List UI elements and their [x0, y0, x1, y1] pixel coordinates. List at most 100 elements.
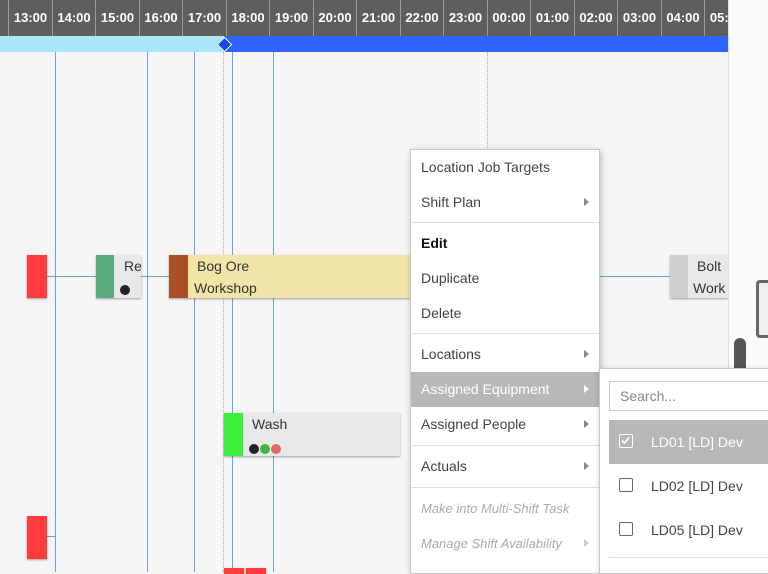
- equipment-option[interactable]: LD05 [LD] Dev: [609, 508, 768, 552]
- menu-item-make-multi-shift[interactable]: Make into Multi-Shift Task: [411, 491, 599, 526]
- hour-label: 19:00: [269, 0, 313, 36]
- menu-separator: [411, 445, 599, 446]
- hour-label: 23:00: [443, 0, 487, 36]
- task-label: Bolt: [697, 258, 722, 274]
- hour-label: 20:00: [313, 0, 356, 36]
- status-pending-icon: [249, 443, 259, 454]
- dependency-line: [147, 52, 148, 572]
- menu-item-label: Assigned Equipment: [421, 381, 550, 397]
- hour-label: 00:00: [487, 0, 530, 36]
- dependency-connector: [47, 276, 96, 277]
- task-color-bar: [224, 413, 243, 456]
- menu-item-label: Shift Plan: [421, 194, 481, 210]
- timeline-header: 0 13:00 14:00 15:00 16:00 17:00 18:00 19…: [0, 0, 768, 36]
- hour-label: 0: [0, 0, 8, 36]
- equipment-search-input[interactable]: [609, 381, 768, 411]
- task-label: Re: [124, 258, 141, 274]
- task-card-bolt-work[interactable]: Bolt Work: [670, 255, 728, 298]
- menu-item-delete[interactable]: Delete: [411, 296, 599, 331]
- hour-label: 14:00: [52, 0, 95, 36]
- menu-item-assigned-equipment[interactable]: Assigned Equipment: [411, 372, 599, 407]
- task-status-icons: [120, 281, 131, 298]
- task-context-menu: Location Job Targets Shift Plan Edit Dup…: [410, 149, 600, 574]
- submenu-arrow-icon: [584, 420, 589, 428]
- menu-item-duplicate[interactable]: Duplicate: [411, 261, 599, 296]
- task-color-bar: [169, 255, 188, 298]
- hour-label: 02:00: [574, 0, 617, 36]
- dependency-line: [55, 52, 56, 572]
- menu-item-label: Duplicate: [421, 270, 480, 286]
- hour-label: 13:00: [8, 0, 52, 36]
- task-marker-red[interactable]: [246, 568, 266, 574]
- menu-separator: [411, 222, 599, 223]
- submenu-arrow-icon: [584, 462, 589, 470]
- task-marker-red[interactable]: [224, 568, 244, 574]
- menu-separator: [411, 333, 599, 334]
- assigned-equipment-submenu: LD01 [LD] Dev LD02 [LD] Dev LD05 [LD] De…: [599, 368, 768, 574]
- hour-label: 03:00: [617, 0, 661, 36]
- shift-current-segment[interactable]: [224, 36, 750, 52]
- equipment-option[interactable]: LD02 [LD] Dev: [609, 464, 768, 508]
- checkbox-checked-icon[interactable]: [619, 434, 633, 448]
- task-color-bar: [96, 255, 114, 298]
- menu-item-label: Make into Multi-Shift Task: [421, 501, 570, 516]
- task-color-bar: [27, 255, 47, 298]
- menu-item-label: Location Job Targets: [421, 159, 550, 175]
- dependency-line: [232, 52, 233, 572]
- task-label: Wash: [252, 416, 288, 432]
- menu-item-label: Assigned People: [421, 416, 527, 432]
- hour-label: 21:00: [356, 0, 400, 36]
- hour-label: 22:00: [400, 0, 443, 36]
- dependency-connector: [598, 276, 670, 277]
- hour-label: 01:00: [530, 0, 574, 36]
- task-card-wash[interactable]: Wash: [224, 413, 400, 456]
- menu-item-location-job-targets[interactable]: Location Job Targets: [411, 150, 599, 185]
- menu-separator: [411, 487, 599, 488]
- menu-separator: [609, 557, 768, 558]
- task-color-bar: [670, 255, 688, 298]
- hour-label: 16:00: [139, 0, 182, 36]
- menu-item-label: Edit: [421, 235, 448, 251]
- equipment-option-label: LD05 [LD] Dev: [651, 522, 743, 538]
- menu-item-manage-shift-availability[interactable]: Manage Shift Availability: [411, 526, 599, 561]
- dependency-connector: [141, 276, 169, 277]
- checkbox-unchecked-icon[interactable]: [619, 478, 633, 492]
- task-card-re[interactable]: Re: [96, 255, 141, 298]
- menu-item-label: Manage Shift Availability: [421, 536, 562, 551]
- menu-item-label: Locations: [421, 346, 481, 362]
- panel-toggle-tab[interactable]: [756, 280, 768, 338]
- task-marker-red[interactable]: [27, 255, 47, 298]
- task-label: Bog Ore: [197, 258, 250, 274]
- hour-label: 17:00: [182, 0, 226, 36]
- task-status-icons: [249, 440, 282, 456]
- shift-bar: [0, 36, 758, 53]
- menu-item-locations[interactable]: Locations: [411, 337, 599, 372]
- hour-label: 18:00: [226, 0, 269, 36]
- task-card-bog-ore-workshop[interactable]: Bog Ore Workshop: [169, 255, 410, 298]
- hour-label: 04:00: [661, 0, 704, 36]
- task-label: Workshop: [194, 280, 257, 296]
- submenu-arrow-icon: [584, 385, 589, 393]
- task-marker-red[interactable]: [27, 516, 47, 559]
- menu-item-label: Actuals: [421, 458, 467, 474]
- task-color-bar: [27, 516, 47, 559]
- dependency-line: [273, 52, 274, 572]
- equipment-option[interactable]: LD01 [LD] Dev: [609, 420, 768, 464]
- dependency-line: [194, 52, 195, 572]
- hour-label: 15:00: [95, 0, 139, 36]
- menu-item-assigned-people[interactable]: Assigned People: [411, 407, 599, 442]
- menu-item-label: Delete: [421, 305, 462, 321]
- menu-item-shift-plan[interactable]: Shift Plan: [411, 185, 599, 220]
- status-pending-icon: [120, 284, 130, 295]
- submenu-arrow-icon: [584, 539, 589, 547]
- menu-item-edit[interactable]: Edit: [411, 226, 599, 261]
- checkbox-unchecked-icon[interactable]: [619, 522, 633, 536]
- submenu-arrow-icon: [584, 350, 589, 358]
- task-label: Work: [693, 280, 726, 296]
- equipment-option-label: LD02 [LD] Dev: [651, 478, 743, 494]
- shift-past-segment: [0, 36, 224, 52]
- status-ok-icon: [260, 443, 270, 454]
- current-time-line: [223, 52, 224, 572]
- equipment-option-label: LD01 [LD] Dev: [651, 434, 743, 450]
- menu-item-actuals[interactable]: Actuals: [411, 449, 599, 484]
